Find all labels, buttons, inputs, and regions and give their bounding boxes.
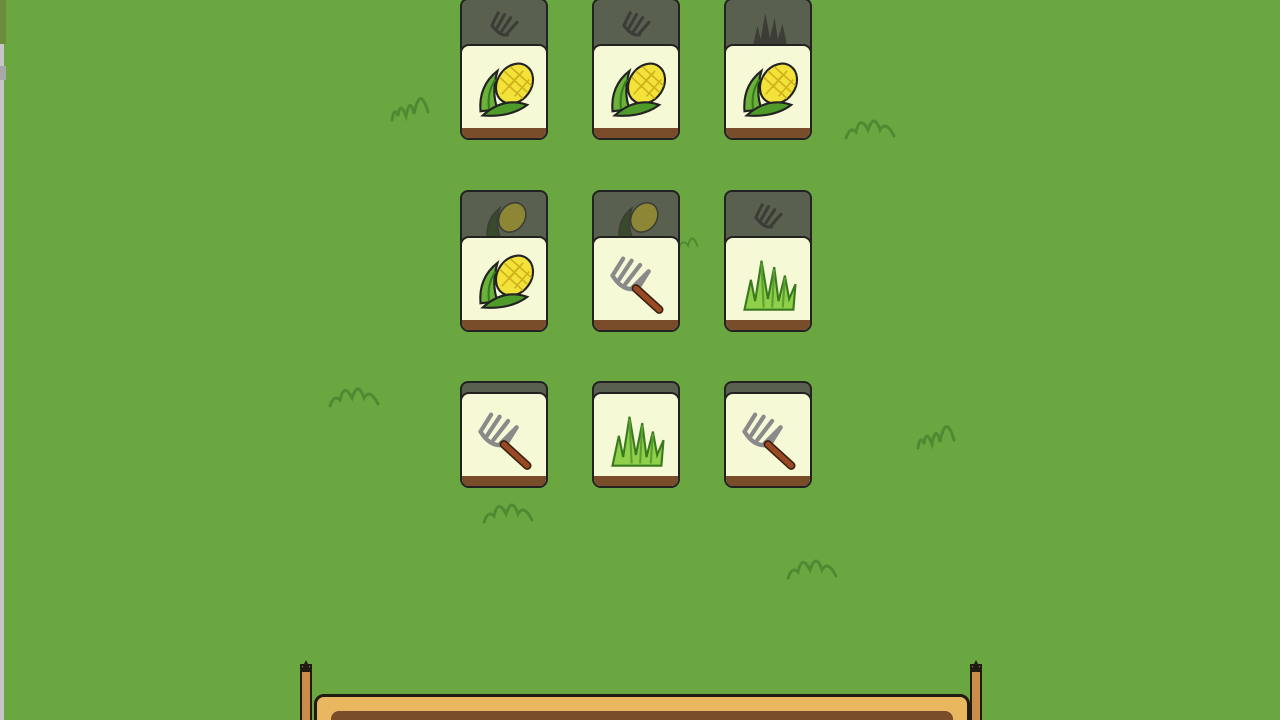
tile-rim	[462, 320, 546, 330]
grass-tuft-decoration	[328, 387, 380, 408]
corn-icon	[743, 62, 799, 117]
tile-face[interactable]	[460, 392, 548, 488]
tile-rim	[594, 476, 678, 486]
grass-icon	[611, 416, 665, 467]
rake-icon	[610, 256, 664, 314]
tile-stack[interactable]	[724, 0, 812, 140]
tile-face[interactable]	[724, 44, 812, 140]
tile-face[interactable]	[592, 392, 680, 488]
tile-rim	[594, 320, 678, 330]
rake-icon	[742, 412, 796, 470]
tile-stack[interactable]	[724, 381, 812, 523]
window-edge-mark	[0, 66, 6, 80]
corn-icon	[479, 62, 535, 117]
fence-post-right	[970, 660, 982, 720]
tile-stack[interactable]	[460, 190, 548, 332]
grass-tuft-decoration	[390, 97, 430, 122]
tray-slots[interactable]	[331, 711, 953, 720]
tile-face[interactable]	[592, 236, 680, 332]
tile-face[interactable]	[724, 392, 812, 488]
tile-stack[interactable]	[592, 190, 680, 332]
collection-tray	[300, 660, 986, 720]
tile-rim	[462, 128, 546, 138]
grass-tuft-decoration	[677, 237, 699, 250]
tile-face[interactable]	[592, 44, 680, 140]
tile-stack[interactable]	[592, 0, 680, 140]
tile-stack[interactable]	[592, 381, 680, 523]
tile-stack[interactable]	[460, 381, 548, 523]
game-board	[0, 0, 1280, 720]
corn-icon	[479, 254, 535, 309]
rake-icon	[478, 412, 532, 470]
grass-icon	[743, 260, 797, 311]
tile-face[interactable]	[460, 44, 548, 140]
window-edge	[0, 0, 4, 720]
tile-rim	[726, 476, 810, 486]
tile-rim	[726, 320, 810, 330]
grass-tuft-decoration	[786, 559, 838, 580]
fence-post-left	[300, 660, 312, 720]
tile-face[interactable]	[460, 236, 548, 332]
grass-tuft-decoration	[916, 425, 956, 450]
window-edge-thumbnail	[0, 0, 6, 44]
corn-icon	[611, 62, 667, 117]
tile-stack[interactable]	[724, 190, 812, 332]
tile-rim	[594, 128, 678, 138]
tray-board	[314, 694, 970, 720]
tile-stack[interactable]	[460, 0, 548, 140]
tile-rim	[726, 128, 810, 138]
tile-rim	[462, 476, 546, 486]
grass-tuft-decoration	[844, 119, 896, 140]
tile-face[interactable]	[724, 236, 812, 332]
